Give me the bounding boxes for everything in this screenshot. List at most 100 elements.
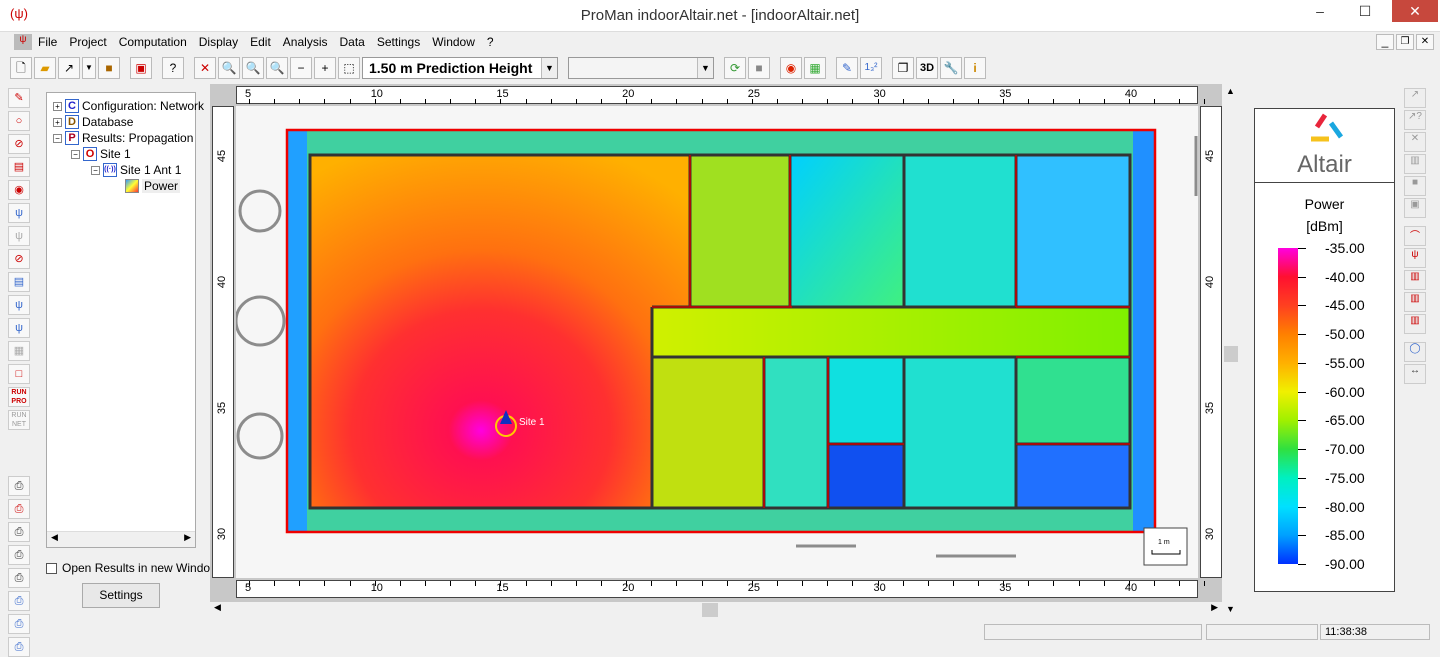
import-icon[interactable]: ↗ [58,57,80,79]
menu-display[interactable]: Display [193,35,244,49]
brush-icon[interactable]: ✎ [836,57,858,79]
refresh-icon[interactable]: ⟳ [724,57,746,79]
menu-edit[interactable]: Edit [244,35,277,49]
comment-icon[interactable]: ◯ [1404,342,1426,362]
open-folder-icon[interactable]: ▰ [34,57,56,79]
child-close-button[interactable]: ✕ [1416,34,1434,50]
child-window-icon[interactable]: ψ [14,34,32,50]
map-vertical-scrollbar[interactable]: ▲ ▼ [1222,84,1240,618]
tree-horizontal-scrollbar[interactable]: ◀ ▶ [47,531,195,547]
stop-icon[interactable]: ■ [748,57,770,79]
antenna-analysis-icon[interactable]: ψ [1404,248,1426,268]
rectangle-icon[interactable]: □ [8,364,30,384]
scroll-right-icon[interactable]: ▶ [184,532,191,543]
menu-settings[interactable]: Settings [371,35,426,49]
line-query-icon[interactable]: ↗? [1404,110,1426,130]
circle-icon[interactable]: ○ [8,111,30,131]
tree-item-configuration[interactable]: + C Configuration: Network [53,99,204,113]
antenna-delete-icon[interactable]: ⊘ [8,249,30,269]
settings-button[interactable]: Settings [82,583,160,608]
run-net-icon[interactable]: RUN NET [8,410,30,430]
tree-item-database[interactable]: + D Database [53,115,133,129]
result-select[interactable]: ▼ [568,57,714,79]
site-icon[interactable]: ◉ [780,57,802,79]
tree-item-antenna[interactable]: − ((·)) Site 1 Ant 1 [91,163,181,177]
tree-item-site[interactable]: − O Site 1 [71,147,131,161]
no-circle-icon[interactable]: ⊘ [8,134,30,154]
menu-help[interactable]: ? [481,35,500,49]
maximize-button[interactable]: ☐ [1345,0,1385,22]
child-minimize-button[interactable]: _ [1376,34,1394,50]
zoom-frame-icon[interactable]: 🔍 [242,57,264,79]
antenna-multi-icon[interactable]: ψ [8,295,30,315]
child-restore-button[interactable]: ❐ [1396,34,1414,50]
tree-item-power[interactable]: Power [125,179,181,193]
import-dropdown-icon[interactable]: ▼ [82,57,96,79]
close-button[interactable]: ✕ [1392,0,1438,22]
collapse-icon[interactable]: − [53,133,62,143]
map-view[interactable]: 5 10 15 20 25 30 35 40 45 40 35 30 45 40 35 30 5 10 15 2… [210,84,1231,602]
color-palette-icon[interactable]: ▦ [804,57,826,79]
scroll-right-icon[interactable]: ▶ [1211,602,1218,613]
menu-analysis[interactable]: Analysis [277,35,334,49]
open-results-checkbox[interactable] [46,562,57,574]
bar-chart-2-icon[interactable]: ▥ [1404,292,1426,312]
save-icon[interactable]: ■ [98,57,120,79]
zoom-out-icon[interactable]: − [290,57,312,79]
histogram-icon[interactable]: ▥ [1404,154,1426,174]
area-edit-icon[interactable]: ▣ [1404,198,1426,218]
scroll-thumb[interactable] [1224,346,1238,362]
zoom-fit-icon[interactable]: 🔍 [266,57,288,79]
measure-icon[interactable]: ↔ [1404,364,1426,384]
collapse-icon[interactable]: − [91,165,100,175]
zoom-reset-icon[interactable]: ✕ [194,57,216,79]
collapse-icon[interactable]: − [71,149,80,159]
tool-f-icon[interactable]: ⎙ [8,591,30,611]
area-icon[interactable]: ■ [1404,176,1426,196]
scroll-down-icon[interactable]: ▼ [1226,604,1235,614]
edit-icon[interactable]: ✎ [8,88,30,108]
expand-icon[interactable]: + [53,101,62,111]
map-horizontal-scrollbar[interactable]: ◀ ▶ [210,602,1222,618]
prediction-height-select[interactable]: 1.50 m Prediction Height ▼ [362,57,558,79]
distribution-icon[interactable]: ⌒ [1404,226,1426,246]
bar-chart-3-icon[interactable]: ▥ [1404,314,1426,334]
menu-data[interactable]: Data [333,35,370,49]
antenna-group-icon[interactable]: ψ [8,318,30,338]
scroll-left-icon[interactable]: ◀ [51,532,58,543]
site-target-icon[interactable]: ◉ [8,180,30,200]
antenna-list-icon[interactable]: ▤ [8,272,30,292]
menu-file[interactable]: File [32,35,63,49]
tool-e-icon[interactable]: ⎙ [8,568,30,588]
cross-chart-icon[interactable]: ✕ [1404,132,1426,152]
open-results-checkbox-row[interactable]: Open Results in new Window [46,561,219,575]
zoom-in-icon[interactable]: + [314,57,336,79]
menu-window[interactable]: Window [426,35,481,49]
site-list-icon[interactable]: ▤ [8,157,30,177]
zoom-area-icon[interactable]: 🔍 [218,57,240,79]
numbering-icon[interactable]: 1₃² [860,57,882,79]
tool-b-icon[interactable]: ⎙ [8,499,30,519]
run-pro-icon[interactable]: RUN PRO [8,387,30,407]
antenna-icon[interactable]: ψ [8,203,30,223]
help-icon[interactable]: ? [162,57,184,79]
expand-icon[interactable]: + [53,117,62,127]
tool-c-icon[interactable]: ⎙ [8,522,30,542]
tool-d-icon[interactable]: ⎙ [8,545,30,565]
bar-chart-icon[interactable]: ▥ [1404,270,1426,290]
wrench-icon[interactable]: 🔧 [940,57,962,79]
view-3d-button[interactable]: 3D [916,57,938,79]
antenna-disabled-icon[interactable]: ψ [8,226,30,246]
menu-computation[interactable]: Computation [113,35,193,49]
scroll-thumb[interactable] [702,603,718,617]
line-chart-icon[interactable]: ↗ [1404,88,1426,108]
copy-icon[interactable]: ❐ [892,57,914,79]
scroll-up-icon[interactable]: ▲ [1226,86,1235,96]
map-canvas[interactable]: Site 1 1 m [236,106,1198,578]
new-file-icon[interactable]: 🗋 [10,57,32,79]
tool-a-icon[interactable]: ⎙ [8,476,30,496]
export-image-icon[interactable]: ▣ [130,57,152,79]
zoom-select-icon[interactable]: ⬚ [338,57,360,79]
info-icon[interactable]: i [964,57,986,79]
tree-item-results[interactable]: − P Results: Propagation [53,131,193,145]
